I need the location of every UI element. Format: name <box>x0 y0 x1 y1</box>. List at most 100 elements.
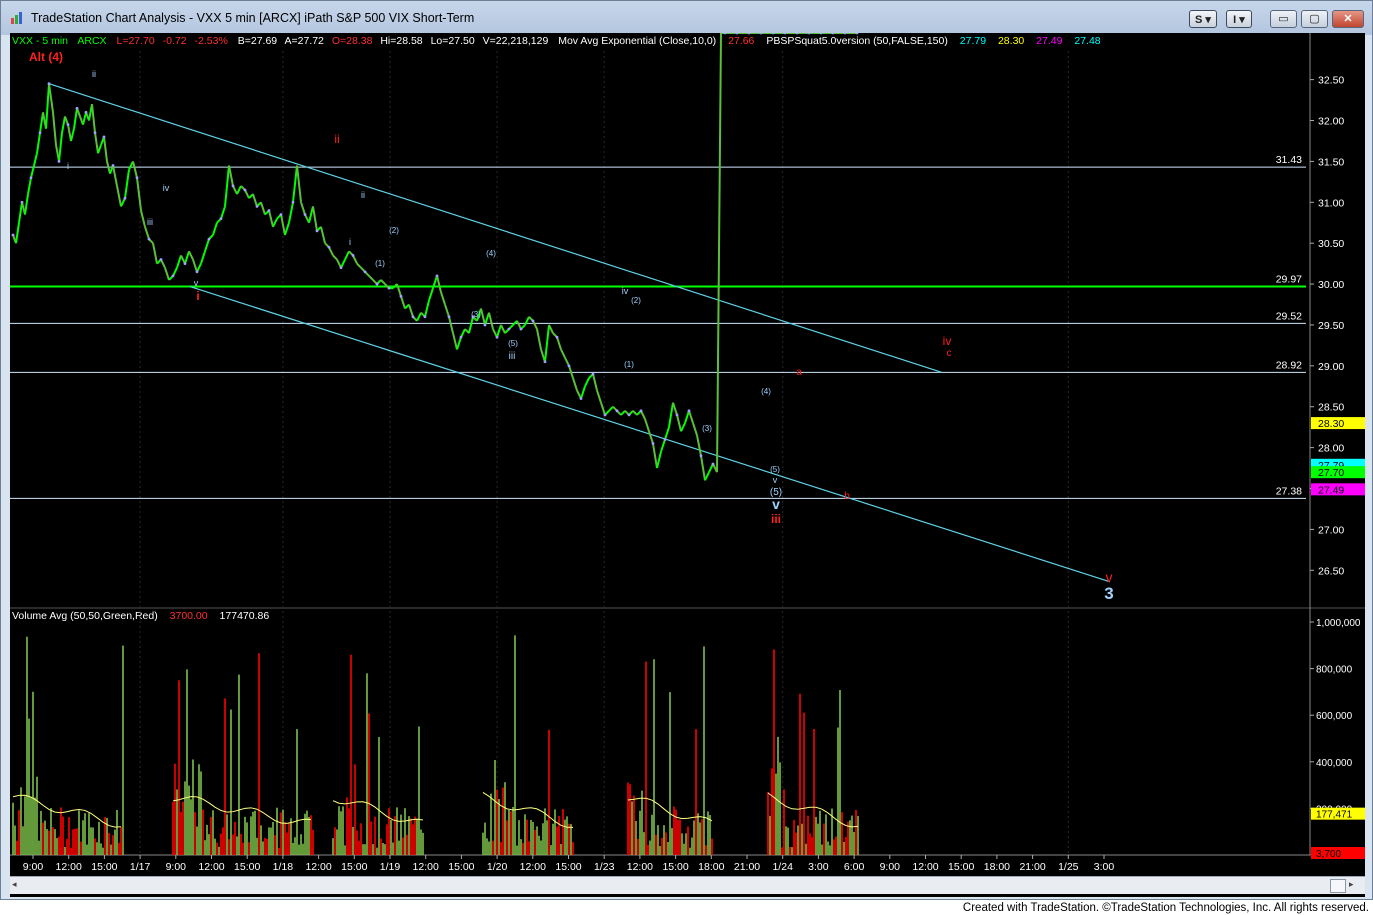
hdr-lo: Lo=27.50 <box>431 35 475 47</box>
wave-label: v <box>194 278 199 288</box>
hdr-ma-val: 27.66 <box>728 35 754 47</box>
price-segment <box>27 177 32 195</box>
wave-label: (5) <box>770 465 780 474</box>
scroll-right-icon[interactable]: ▸ <box>1349 879 1361 891</box>
wave-label: (3) <box>702 424 712 433</box>
hdr-pbs-label: PBSPSquat5.0version (50,FALSE,150) <box>766 35 948 47</box>
time-tick-label: 18:00 <box>984 861 1010 873</box>
wave-label: iv <box>943 334 952 348</box>
price-segment <box>61 116 66 133</box>
wave-label: iii <box>509 351 516 362</box>
price-marker <box>579 397 583 400</box>
price-marker <box>303 213 307 216</box>
price-segment <box>684 410 690 424</box>
tradestation-app-icon <box>11 12 22 24</box>
s-menu-button[interactable]: S ▾ <box>1189 10 1217 28</box>
chart-svg[interactable]: VXX - 5 min ARCX L=27.70 -0.72 -2.53% B=… <box>10 31 1365 876</box>
hdr-pbs-v4: 27.48 <box>1074 35 1100 47</box>
time-tick-label: 9:00 <box>880 861 901 873</box>
maximize-button[interactable]: ▢ <box>1301 10 1328 28</box>
price-marker <box>555 335 559 339</box>
wave-label: iv <box>163 183 170 193</box>
price-marker <box>351 254 355 257</box>
price-segment <box>103 136 108 162</box>
time-tick-label: 12:00 <box>912 861 938 873</box>
axis-value-label: 27.70 <box>1318 467 1344 479</box>
wave-label: (4) <box>486 249 496 258</box>
price-marker <box>183 262 187 266</box>
vol-hdr-v1: 3700.00 <box>170 610 208 622</box>
chart-area[interactable]: VXX - 5 min ARCX L=27.70 -0.72 -2.53% B=… <box>10 31 1365 897</box>
vol-hdr-label: Volume Avg (50,50,Green,Red) <box>12 610 158 622</box>
price-segment <box>448 316 454 334</box>
time-tick-label: 9:00 <box>23 861 44 873</box>
price-segment <box>444 304 450 318</box>
price-segment <box>73 108 78 129</box>
title-bar[interactable]: TradeStation Chart Analysis - VXX 5 min … <box>1 1 1372 35</box>
time-tick-label: 12:00 <box>627 861 653 873</box>
price-tick-label: 30.50 <box>1318 238 1344 250</box>
wave-label: b <box>844 491 850 502</box>
price-segment <box>356 262 362 269</box>
wave-label: v <box>773 475 778 485</box>
wave-label: ii <box>92 69 96 79</box>
price-marker <box>159 258 163 261</box>
time-tick-label: 1/23 <box>594 861 615 873</box>
volume-tick-label: 800,000 <box>1316 665 1353 676</box>
price-segment <box>252 193 258 207</box>
scroll-thumb[interactable] <box>1330 879 1346 893</box>
i-menu-button[interactable]: I ▾ <box>1226 10 1252 28</box>
window-title: TradeStation Chart Analysis - VXX 5 min … <box>31 11 475 25</box>
wave-label: a <box>796 367 802 378</box>
wave-label: (3) <box>471 310 481 319</box>
wave-label: (2) <box>389 226 399 235</box>
wave-label: (4) <box>761 387 771 396</box>
wave-label: iii <box>771 512 781 526</box>
hdr-pbs-v3: 27.49 <box>1036 35 1062 47</box>
price-segment <box>268 210 274 228</box>
price-header-line: VXX - 5 min ARCX L=27.70 -0.72 -2.53% B=… <box>12 35 1101 47</box>
axes: 32.50 32.00 31.50 31.00 30.50 30.00 29.50 29.00… <box>23 75 1365 873</box>
price-segment <box>260 201 266 215</box>
footer-credit: Created with TradeStation. ©TradeStation… <box>962 902 1369 914</box>
close-button[interactable]: ✕ <box>1332 10 1364 28</box>
time-tick-label: 3:00 <box>808 861 829 873</box>
price-tick-label: 27.00 <box>1318 524 1344 536</box>
price-marker <box>399 294 403 298</box>
level-label: 31.43 <box>1276 154 1302 166</box>
price-segment <box>700 455 706 481</box>
minimize-button[interactable]: ▭ <box>1270 10 1297 28</box>
price-tick-label: 28.50 <box>1318 402 1344 414</box>
price-marker <box>603 413 607 417</box>
price-segment <box>688 410 694 424</box>
price-segment <box>344 250 350 260</box>
scroll-left-icon[interactable]: ◂ <box>12 879 24 891</box>
wave-label: 3 <box>1104 584 1113 603</box>
price-segment <box>584 377 590 387</box>
price-segment <box>660 439 666 453</box>
price-marker <box>711 462 715 466</box>
time-tick-label: 12:00 <box>56 861 82 873</box>
price-marker <box>495 335 499 339</box>
price-marker <box>20 200 24 204</box>
hdr-exchange: ARCX <box>77 35 106 47</box>
price-segment <box>300 201 306 215</box>
level-label: 27.38 <box>1276 485 1302 497</box>
level-label: 28.92 <box>1276 359 1302 371</box>
time-tick-label: 9:00 <box>166 861 187 873</box>
time-tick-label: 15:00 <box>555 861 581 873</box>
price-tick-label: 30.00 <box>1318 279 1344 291</box>
time-tick-label: 12:00 <box>520 861 546 873</box>
price-segment <box>97 144 102 154</box>
price-segment <box>132 161 138 178</box>
price-marker <box>171 274 175 278</box>
hdr-pbs-v1: 27.79 <box>960 35 986 47</box>
time-tick-label: 1/20 <box>487 861 508 873</box>
horizontal-scrollbar[interactable]: ◂ ▸ <box>10 876 1365 894</box>
trend-channel <box>48 83 1111 583</box>
vol-hdr-v2: 177470.86 <box>220 610 270 622</box>
price-marker <box>267 209 271 212</box>
price-marker <box>723 31 727 35</box>
price-segment <box>416 312 422 322</box>
price-marker <box>219 217 223 221</box>
